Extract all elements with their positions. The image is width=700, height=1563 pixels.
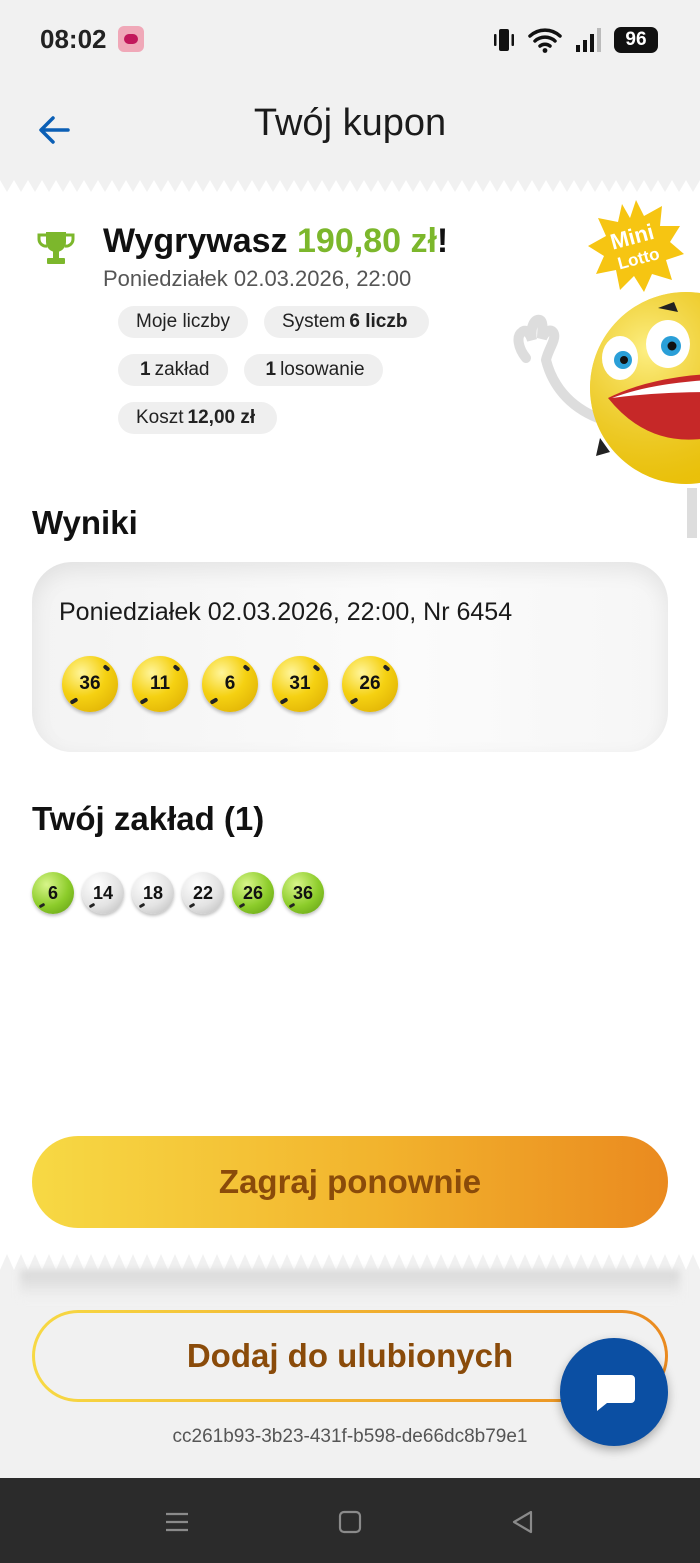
wifi-icon [528,28,562,53]
coupon-shadow [20,1270,680,1298]
bet-ball: 22 [182,872,224,914]
drawn-ball: 31 [272,656,328,712]
drawn-ball: 11 [132,656,188,712]
chip-value: 1 [140,359,151,380]
your-bet-title: Twój zakład (1) [32,800,265,837]
drawn-ball: 36 [62,656,118,712]
system-nav-bar [0,1478,700,1563]
back-nav-button[interactable] [503,1502,543,1542]
back-triangle-icon [512,1510,533,1534]
coupon-details: Moje liczby System 6 liczb 1 zakład 1 losow… [118,306,478,450]
app-header: Twój kupon [0,80,700,180]
vibrate-icon [494,29,514,51]
draw-date: Poniedziałek 02.03.2026, 22:00 [103,266,412,291]
screen: 08:02 96 Twój kupon Wygrywasz 190,80 zł!… [0,0,700,1563]
bet-ball-hit: 6 [32,872,74,914]
app-notification-icon [118,26,144,52]
menu-nav-button[interactable] [157,1502,197,1542]
chip-label: System [281,311,346,332]
lotto-ball-mascot [513,292,700,538]
draw-info: Poniedziałek 02.03.2026, 22:00, Nr 6454 [59,598,513,626]
coupon-top-edge [0,180,700,192]
trophy-icon [37,232,75,264]
bet-ball: 18 [132,872,174,914]
chip-value: 12,00 zł [187,407,256,428]
menu-icon [166,1512,188,1532]
drawn-ball: 6 [202,656,258,712]
chip-label: losowanie [280,359,365,380]
bet-numbers: 6 14 18 22 26 36 [32,872,332,914]
win-amount: 190,80 zł [297,222,437,260]
home-square-icon [338,1510,362,1534]
chip-label: zakład [154,359,210,380]
drawn-ball: 26 [342,656,398,712]
bet-ball-hit: 36 [282,872,324,914]
drawn-numbers: 36 11 6 31 26 [62,656,412,712]
battery-icon: 96 [614,27,658,53]
bet-ball-hit: 26 [232,872,274,914]
chip-label: Koszt [136,407,184,428]
status-icons: 96 [492,26,658,54]
home-nav-button[interactable] [330,1502,370,1542]
chip-value: 6 liczb [349,311,408,332]
chip-value: 1 [265,359,277,380]
chip-my-numbers: Moje liczby [118,306,248,338]
chip-system: System 6 liczb [263,306,430,338]
status-bar: 08:02 96 [0,0,700,80]
chip-bets: 1 zakład [118,354,228,386]
win-suffix: ! [436,222,449,260]
chat-button[interactable] [560,1338,668,1446]
signal-icon [576,28,601,52]
mini-lotto-logo: Mini Lotto [588,200,684,292]
chip-label: Moje liczby [136,311,230,332]
chip-draws: 1 losowanie [243,354,383,386]
results-card: Poniedziałek 02.03.2026, 22:00, Nr 6454 … [32,562,668,752]
chip-cost: Koszt 12,00 zł [118,402,278,434]
play-again-button[interactable]: Zagraj ponownie [32,1136,668,1228]
page-title: Twój kupon [253,102,447,144]
bet-ball: 14 [82,872,124,914]
win-prefix: Wygrywasz [103,222,298,260]
chat-icon [597,1375,635,1411]
status-time: 08:02 [40,24,107,54]
results-title: Wyniki [32,504,138,541]
win-heading: Wygrywasz 190,80 zł! [103,222,448,261]
